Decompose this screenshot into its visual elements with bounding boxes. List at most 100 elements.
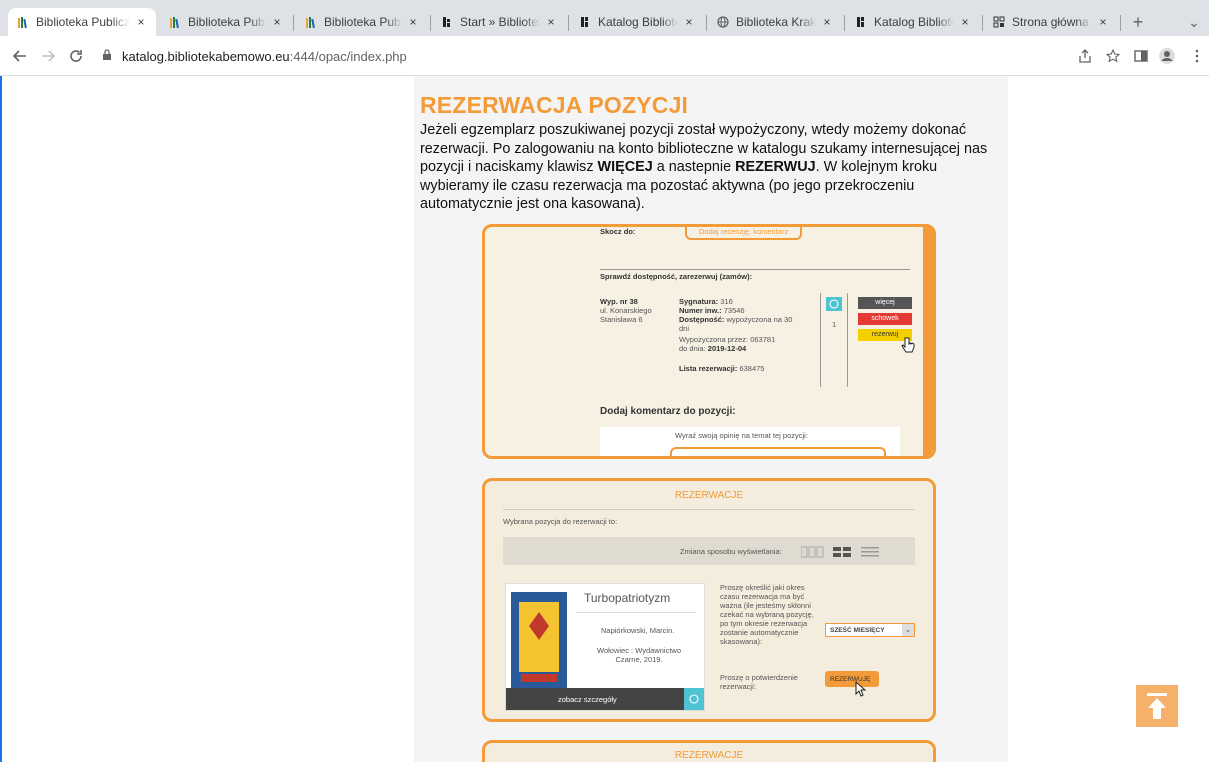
b-logo-icon — [854, 15, 868, 29]
comment-prompt: Wyraź swoją opinię na temat tej pozycji: — [675, 431, 808, 440]
copy-count: 1 — [832, 320, 837, 329]
library-books-icon — [16, 15, 30, 29]
tab-title: Biblioteka Publiczna — [36, 15, 130, 29]
browser-tab[interactable]: Biblioteka Publiczna × — [160, 8, 292, 36]
reload-icon — [70, 50, 82, 62]
close-tab-icon[interactable]: × — [1096, 15, 1110, 29]
intro-bold-rezerwuj: REZERWUJ — [735, 159, 816, 175]
bookmark-star-icon[interactable] — [1102, 44, 1124, 68]
b-logo-icon — [578, 15, 592, 29]
hand-cursor-icon — [901, 337, 915, 360]
browser-tab[interactable]: Start » Biblioteka × — [432, 8, 566, 36]
clipboard-button: schowek — [858, 313, 912, 325]
browser-tab[interactable]: Katalog Biblioteki × — [570, 8, 704, 36]
browser-tab[interactable]: Katalog Biblioteki × — [846, 8, 980, 36]
grid-logo-icon — [992, 15, 1006, 29]
chevron-down-icon: ⌄ — [902, 624, 914, 636]
close-tab-icon[interactable]: × — [682, 15, 696, 29]
reload-button[interactable] — [64, 44, 88, 68]
url-host: katalog.bibliotekabemowo.eu — [122, 48, 290, 64]
close-tab-icon[interactable]: × — [544, 15, 558, 29]
book-cover — [511, 592, 567, 688]
b-logo-icon — [440, 15, 454, 29]
browser-toolbar: katalog.bibliotekabemowo.eu:444/opac/ind… — [0, 36, 1209, 76]
add-review-button: Dodaj recenzję, komentarz — [685, 227, 803, 240]
reserve-confirm-button: REZERWUJĘ — [825, 671, 879, 687]
screenshot-reservation-2: REZERWACJE — [482, 740, 936, 762]
period-instructions: Proszę określić jaki okres czasu rezerwa… — [720, 583, 814, 646]
scroll-to-top-button[interactable] — [1136, 685, 1178, 727]
arrow-up-icon — [1147, 693, 1167, 719]
book-author: Napiórkowski, Marcin. — [601, 626, 675, 635]
comment-textarea — [670, 447, 886, 456]
globe-icon — [716, 15, 730, 29]
library-books-icon — [168, 15, 182, 29]
new-tab-button[interactable]: + — [1126, 10, 1150, 34]
library-books-icon — [304, 15, 318, 29]
profile-avatar-icon[interactable] — [1156, 44, 1178, 68]
branch-name: Wyp. nr 38 — [600, 297, 638, 306]
kebab-menu-icon[interactable] — [1186, 44, 1208, 68]
details-button: zobacz szczegóły — [558, 695, 617, 704]
close-tab-icon[interactable]: × — [820, 15, 834, 29]
inventory-row: Numer inw.: 73546 — [679, 306, 745, 315]
confirm-label: Proszę o potwierdzenie rezerwacji: — [720, 673, 798, 691]
forward-button[interactable] — [36, 44, 60, 68]
close-tab-icon[interactable]: × — [958, 15, 972, 29]
view-switch-label: Zmiana sposobu wyświetlania: — [680, 547, 782, 556]
tab-title: Biblioteka Publiczna — [324, 15, 402, 29]
period-select: SZEŚĆ MIESIĘCY ⌄ — [825, 623, 915, 637]
details-icon — [684, 688, 704, 710]
tab-title: Katalog Biblioteki — [598, 15, 678, 29]
page-viewport: REZERWACJA POZYCJI Jeżeli egzemplarz pos… — [0, 76, 1209, 762]
tab-title: Katalog Biblioteki — [874, 15, 954, 29]
chosen-item-label: Wybrana pozycja do rezerwacji to: — [503, 517, 618, 526]
signature-row: Sygnatura: 316 — [679, 297, 733, 306]
branch-address-1: ul. Konarskiego — [600, 306, 652, 315]
close-tab-icon[interactable]: × — [406, 15, 420, 29]
reservation-title: REZERWACJE — [674, 490, 744, 501]
cursor-arrow-icon — [855, 680, 867, 702]
info-icon — [826, 297, 842, 311]
tab-search-button[interactable]: ⌄ — [1182, 10, 1206, 34]
share-icon[interactable] — [1074, 44, 1096, 68]
intro-bold-wiecej: WIĘCEJ — [597, 159, 653, 175]
close-tab-icon[interactable]: × — [270, 15, 284, 29]
intro-text: a nastepnie — [652, 159, 736, 175]
url-path: :444/opac/index.php — [289, 48, 407, 64]
browser-tab[interactable]: Strona główna - W × — [984, 8, 1118, 36]
book-card: Turbopatriotyzm Napiórkowski, Marcin. Wo… — [505, 583, 705, 711]
book-publisher: Wołowiec : Wydawnictwo Czarne, 2019. — [597, 646, 681, 664]
book-title: Turbopatriotyzm — [584, 591, 671, 605]
tab-title: Start » Biblioteka — [460, 15, 540, 29]
address-bar[interactable]: katalog.bibliotekabemowo.eu:444/opac/ind… — [102, 43, 1102, 69]
due-date-row: do dnia: 2019-12-04 — [679, 344, 747, 353]
view-grid-icon — [800, 545, 881, 564]
reservation-title: REZERWACJE — [674, 750, 744, 761]
borrowed-by: Wypożyczona przez: 063781 — [679, 335, 776, 344]
tab-bar: Biblioteka Publiczna × Biblioteka Public… — [0, 0, 1209, 36]
page-title: REZERWACJA POZYCJI — [420, 92, 689, 118]
browser-tab[interactable]: Biblioteka Publiczna × — [296, 8, 428, 36]
more-button: więcej — [858, 297, 912, 309]
screenshot-reservation: REZERWACJE Wybrana pozycja do rezerwacji… — [482, 478, 936, 722]
availability-row: Dostępność: wypożyczona na 30 — [679, 315, 793, 324]
arrow-right-icon — [42, 50, 56, 62]
availability-days: dni — [679, 324, 690, 333]
intro-paragraph: Jeżeli egzemplarz poszukiwanej pozycji z… — [420, 121, 1000, 214]
main-content: REZERWACJA POZYCJI Jeżeli egzemplarz pos… — [414, 76, 1008, 762]
back-button[interactable] — [8, 44, 32, 68]
side-panel-icon[interactable] — [1130, 44, 1152, 68]
tab-title: Biblioteka Publiczna — [188, 15, 266, 29]
reservation-list-row: Lista rezerwacji: 638475 — [679, 364, 765, 373]
comment-heading: Dodaj komentarz do pozycji: — [600, 406, 736, 417]
browser-tab[interactable]: Biblioteka Publiczna × — [8, 8, 156, 36]
tab-title: Biblioteka Kraków — [736, 15, 816, 29]
tab-title: Strona główna - W — [1012, 15, 1092, 29]
arrow-left-icon — [12, 50, 26, 62]
availability-heading: Sprawdź dostępność, zarezerwuj (zamów): — [600, 272, 753, 281]
skocz-label: Skocz do: — [600, 227, 636, 236]
screenshot-availability: Skocz do: Dodaj recenzję, komentarz Spra… — [482, 224, 936, 459]
browser-tab[interactable]: Biblioteka Kraków × — [708, 8, 842, 36]
close-tab-icon[interactable]: × — [134, 15, 148, 29]
